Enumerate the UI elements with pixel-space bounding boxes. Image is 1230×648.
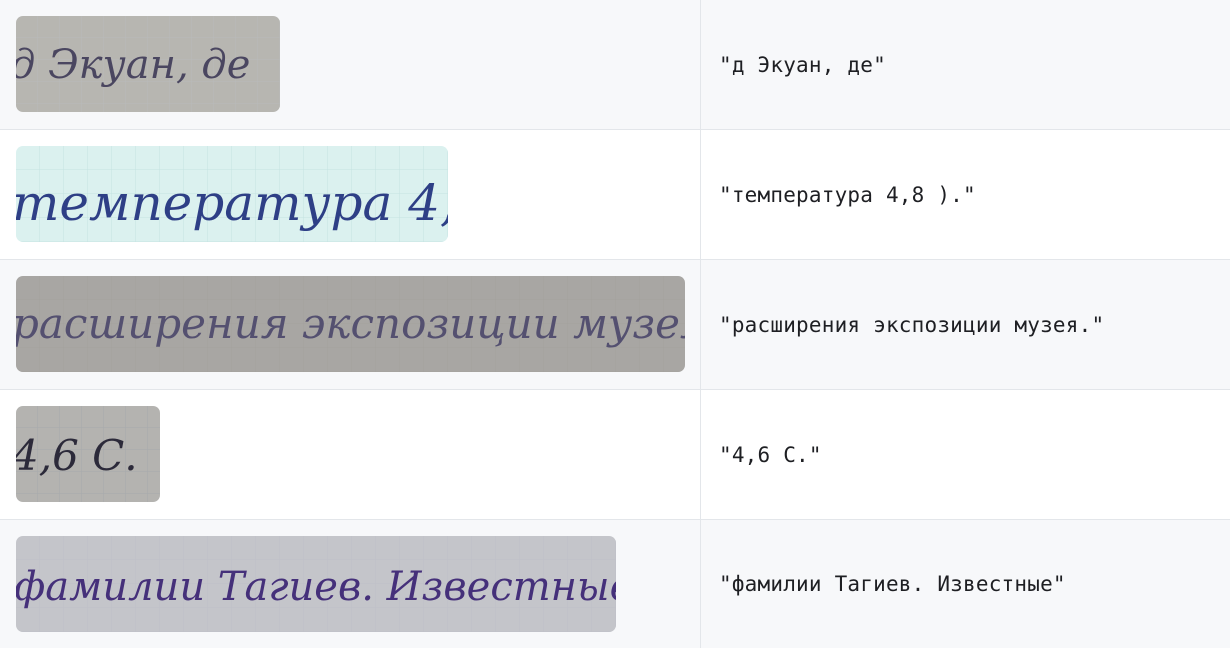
- transcription-text: "температура 4,8 ).": [719, 182, 976, 207]
- table-row: 4,6 С. "4,6 С.": [0, 390, 1230, 520]
- handwriting-text: фамилии Тагиев. Известные: [16, 564, 616, 610]
- handwriting-image: температура 4,8 %.: [16, 146, 448, 242]
- transcription-text: "фамилии Тагиев. Известные": [719, 572, 1066, 596]
- handwriting-text: температура 4,8 %.: [16, 174, 448, 232]
- table-row: расширения экспозиции музея. "расширения…: [0, 260, 1230, 390]
- transcription-text: "4,6 С.": [719, 442, 822, 467]
- table-row: фамилии Тагиев. Известные "фамилии Тагие…: [0, 520, 1230, 648]
- handwriting-text: 4,6 С.: [16, 431, 138, 480]
- transcription-text: "расширения экспозиции музея.": [719, 312, 1105, 337]
- image-cell: 4,6 С.: [0, 390, 701, 519]
- table-row: температура 4,8 %. "температура 4,8 ).": [0, 130, 1230, 260]
- transcription-table: д Экуан, де "д Экуан, де" температура 4,…: [0, 0, 1230, 648]
- image-cell: фамилии Тагиев. Известные: [0, 520, 701, 648]
- handwriting-image: д Экуан, де: [16, 16, 280, 112]
- image-cell: расширения экспозиции музея.: [0, 260, 701, 389]
- handwriting-image: расширения экспозиции музея.: [16, 276, 685, 372]
- image-cell: температура 4,8 %.: [0, 130, 701, 259]
- handwriting-image: 4,6 С.: [16, 406, 160, 502]
- table-row: д Экуан, де "д Экуан, де": [0, 0, 1230, 130]
- transcription-text: "д Экуан, де": [719, 52, 886, 77]
- handwriting-text: расширения экспозиции музея.: [16, 299, 685, 348]
- handwriting-image: фамилии Тагиев. Известные: [16, 536, 616, 632]
- handwriting-text: д Экуан, де: [16, 42, 250, 88]
- image-cell: д Экуан, де: [0, 0, 701, 129]
